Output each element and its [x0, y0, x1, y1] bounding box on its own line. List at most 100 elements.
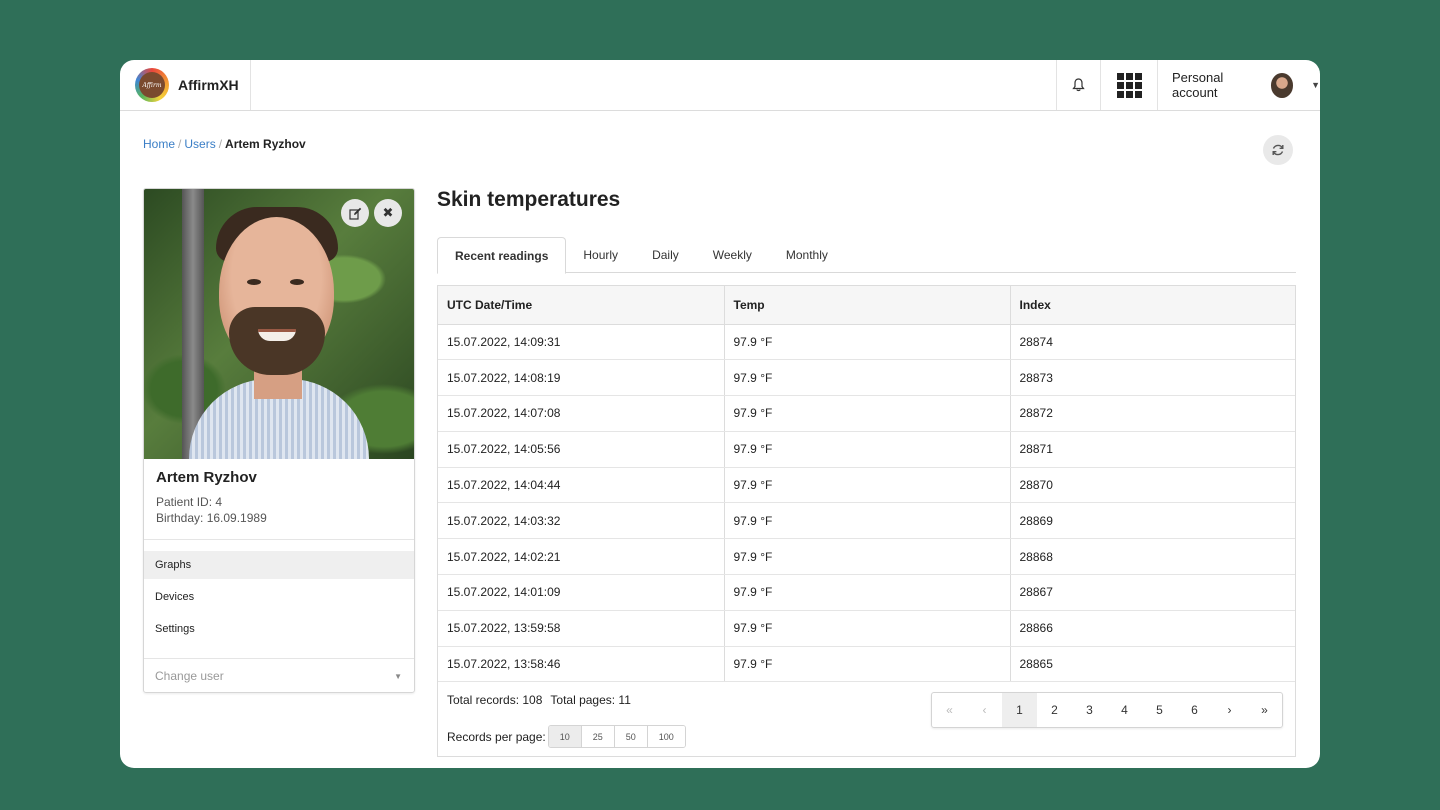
column-header-index[interactable]: Index — [1010, 286, 1295, 325]
page-5-button[interactable]: 5 — [1142, 693, 1177, 727]
table-row: 15.07.2022, 14:08:19 97.9 °F 28873 — [438, 359, 1295, 397]
breadcrumb-home[interactable]: Home — [143, 137, 175, 151]
page-4-button[interactable]: 4 — [1107, 693, 1142, 727]
logo-text: Affirm — [139, 72, 165, 98]
cell-temp: 97.9 °F — [724, 359, 1011, 397]
apps-menu-button[interactable] — [1100, 60, 1157, 110]
cell-datetime: 15.07.2022, 14:05:56 — [438, 431, 725, 468]
column-header-datetime[interactable]: UTC Date/Time — [438, 286, 725, 325]
cell-index: 28870 — [1010, 467, 1295, 504]
profile-menu: Graphs Devices Settings — [144, 551, 414, 647]
table-row: 15.07.2022, 14:05:56 97.9 °F 28871 — [438, 431, 1295, 468]
rpp-option-100[interactable]: 100 — [647, 726, 685, 747]
notifications-button[interactable] — [1056, 60, 1100, 110]
table-row: 15.07.2022, 14:03:32 97.9 °F 28869 — [438, 502, 1295, 540]
menu-item-settings[interactable]: Settings — [144, 615, 414, 643]
table-row: 15.07.2022, 14:09:31 97.9 °F 28874 — [438, 324, 1295, 361]
patient-birthday: Birthday: 16.09.1989 — [156, 511, 267, 525]
change-user-select[interactable]: Change user ▼ — [144, 658, 414, 692]
edit-photo-button[interactable] — [341, 199, 369, 227]
breadcrumb-users[interactable]: Users — [184, 137, 215, 151]
cell-temp: 97.9 °F — [724, 431, 1011, 468]
totals: Total records: 108 Total pages: 11 — [447, 693, 639, 707]
menu-item-graphs[interactable]: Graphs — [144, 551, 414, 579]
caret-down-icon: ▼ — [1311, 80, 1320, 90]
records-per-page-label: Records per page: — [447, 729, 546, 744]
page-1-button[interactable]: 1 — [1002, 693, 1037, 727]
cell-temp: 97.9 °F — [724, 395, 1011, 432]
account-label: Personal account — [1172, 70, 1224, 100]
breadcrumb-current: Artem Ryzhov — [225, 137, 306, 151]
profile-photo: ✖ — [144, 189, 414, 459]
page-6-button[interactable]: 6 — [1177, 693, 1212, 727]
tab-recent-readings[interactable]: Recent readings — [437, 237, 567, 274]
apps-grid-icon — [1116, 72, 1142, 98]
cell-temp: 97.9 °F — [724, 538, 1011, 576]
cell-index: 28874 — [1010, 324, 1295, 361]
cell-index: 28867 — [1010, 574, 1295, 611]
prev-page-icon[interactable]: ‹ — [967, 693, 1002, 727]
last-page-icon[interactable]: » — [1247, 693, 1282, 727]
cell-index: 28871 — [1010, 431, 1295, 468]
top-bar: Affirm AffirmXH Personal account ▼ — [120, 60, 1320, 111]
change-user-placeholder: Change user — [155, 669, 224, 683]
column-header-temp[interactable]: Temp — [724, 286, 1011, 325]
breadcrumb: Home / Users / Artem Ryzhov — [143, 137, 306, 151]
page-2-button[interactable]: 2 — [1037, 693, 1072, 727]
table-header-row: UTC Date/Time Temp Index — [438, 286, 1295, 325]
refresh-icon — [1272, 144, 1284, 156]
cell-temp: 97.9 °F — [724, 610, 1011, 647]
cell-index: 28868 — [1010, 538, 1295, 576]
cell-index: 28873 — [1010, 359, 1295, 397]
cell-datetime: 15.07.2022, 14:07:08 — [438, 395, 725, 432]
caret-down-icon: ▼ — [394, 671, 402, 681]
tab-daily[interactable]: Daily — [635, 237, 696, 273]
patient-name: Artem Ryzhov — [156, 469, 257, 486]
cell-temp: 97.9 °F — [724, 502, 1011, 540]
remove-photo-button[interactable]: ✖ — [374, 199, 402, 227]
cell-temp: 97.9 °F — [724, 574, 1011, 611]
tab-bar: Recent readings Hourly Daily Weekly Mont… — [437, 237, 1296, 274]
page-title: Skin temperatures — [437, 188, 621, 211]
cell-datetime: 15.07.2022, 14:09:31 — [438, 324, 725, 361]
table-row: 15.07.2022, 13:58:46 97.9 °F 28865 — [438, 646, 1295, 683]
cell-temp: 97.9 °F — [724, 324, 1011, 361]
account-menu[interactable]: Personal account ▼ — [1157, 60, 1320, 110]
bell-icon — [1072, 78, 1085, 92]
app-window: Affirm AffirmXH Personal account ▼ Home /… — [120, 60, 1320, 768]
patient-id: Patient ID: 4 — [156, 495, 223, 509]
records-per-page: Records per page: 10 25 50 100 — [447, 725, 686, 748]
table-row: 15.07.2022, 14:04:44 97.9 °F 28870 — [438, 467, 1295, 504]
total-records: Total records: 108 — [447, 693, 543, 707]
table-row: 15.07.2022, 14:07:08 97.9 °F 28872 — [438, 395, 1295, 432]
total-pages: Total pages: 11 — [550, 693, 631, 707]
table-row: 15.07.2022, 13:59:58 97.9 °F 28866 — [438, 610, 1295, 647]
cell-index: 28872 — [1010, 395, 1295, 432]
tab-monthly[interactable]: Monthly — [769, 237, 845, 273]
brand[interactable]: Affirm AffirmXH — [120, 60, 251, 110]
page-3-button[interactable]: 3 — [1072, 693, 1107, 727]
table-row: 15.07.2022, 14:02:21 97.9 °F 28868 — [438, 538, 1295, 576]
tab-hourly[interactable]: Hourly — [566, 237, 635, 273]
next-page-icon[interactable]: › — [1212, 693, 1247, 727]
cell-datetime: 15.07.2022, 13:58:46 — [438, 646, 725, 683]
app-name: AffirmXH — [178, 77, 239, 93]
cell-temp: 97.9 °F — [724, 467, 1011, 504]
tab-weekly[interactable]: Weekly — [696, 237, 769, 273]
cell-datetime: 15.07.2022, 14:02:21 — [438, 538, 725, 576]
cell-datetime: 15.07.2022, 13:59:58 — [438, 610, 725, 647]
refresh-button[interactable] — [1263, 135, 1293, 165]
cell-datetime: 15.07.2022, 14:08:19 — [438, 359, 725, 397]
cell-datetime: 15.07.2022, 14:01:09 — [438, 574, 725, 611]
profile-card: ✖ Artem Ryzhov Patient ID: 4 Birthday: 1… — [143, 188, 415, 693]
edit-icon — [348, 207, 361, 220]
cell-index: 28866 — [1010, 610, 1295, 647]
rpp-option-50[interactable]: 50 — [614, 726, 648, 747]
rpp-option-25[interactable]: 25 — [581, 726, 615, 747]
cell-datetime: 15.07.2022, 14:04:44 — [438, 467, 725, 504]
app-logo-icon: Affirm — [135, 68, 169, 102]
menu-item-devices[interactable]: Devices — [144, 583, 414, 611]
readings-panel: UTC Date/Time Temp Index 15.07.2022, 14:… — [437, 285, 1296, 757]
rpp-option-10[interactable]: 10 — [548, 726, 582, 747]
first-page-icon[interactable]: « — [932, 693, 967, 727]
